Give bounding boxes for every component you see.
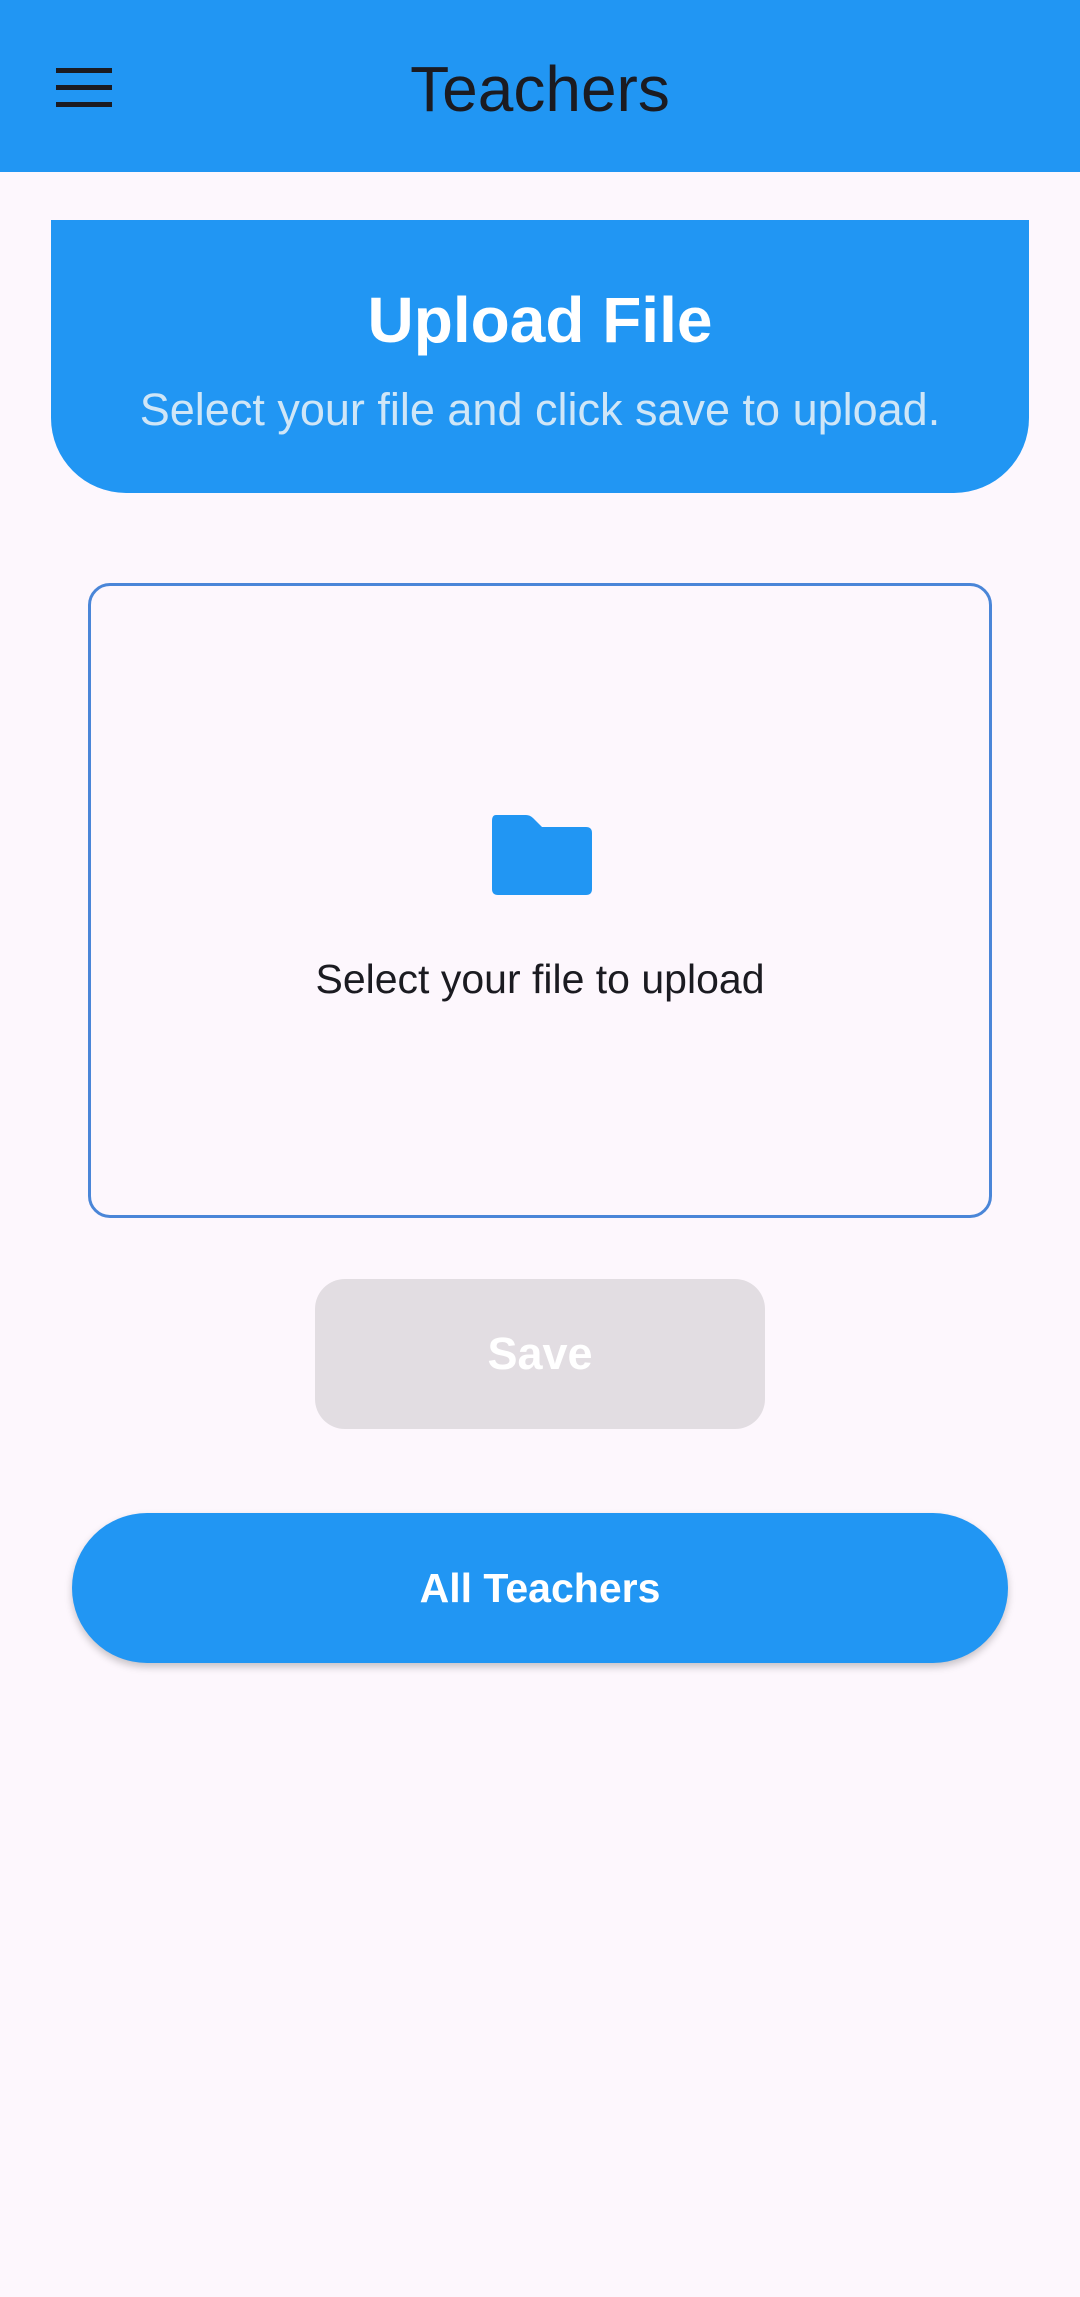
app-bar: Teachers: [0, 0, 1080, 172]
file-picker-area[interactable]: Select your file to upload: [88, 583, 992, 1218]
save-button[interactable]: Save: [315, 1279, 765, 1429]
folder-icon: [490, 813, 594, 897]
app-screen: Teachers Upload File Select your file an…: [0, 0, 1080, 2297]
upload-header-card: Upload File Select your file and click s…: [51, 220, 1029, 493]
upload-header-title: Upload File: [367, 284, 713, 356]
upload-header-subtitle: Select your file and click save to uploa…: [139, 384, 941, 435]
page-title: Teachers: [410, 53, 670, 125]
all-teachers-button[interactable]: All Teachers: [72, 1513, 1008, 1663]
file-picker-label: Select your file to upload: [315, 956, 765, 1002]
